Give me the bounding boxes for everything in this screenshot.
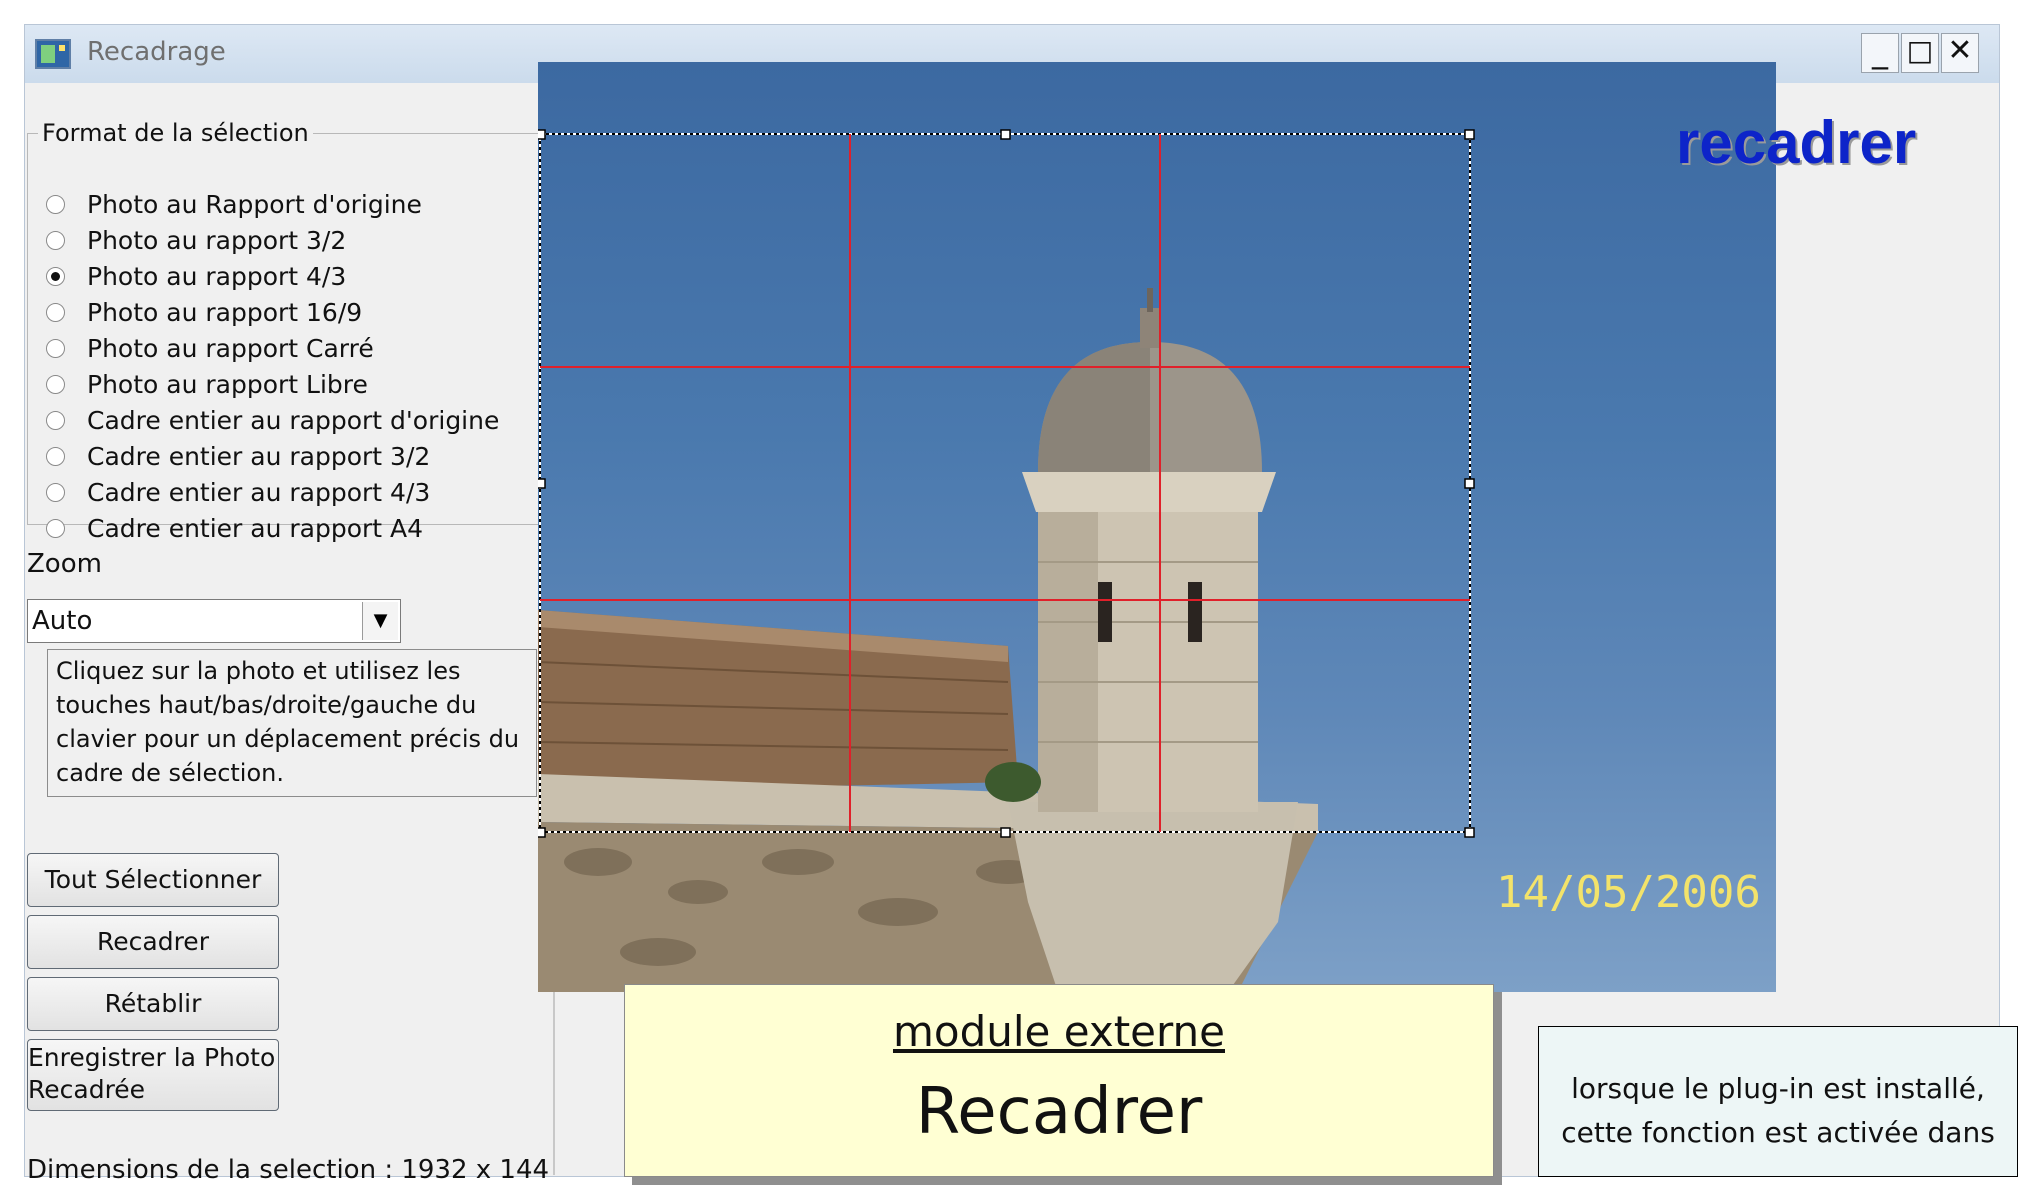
- module-title: module externe: [892, 1007, 1225, 1056]
- close-button[interactable]: ✕: [1941, 33, 1979, 73]
- app-icon: [35, 39, 71, 69]
- zoom-select[interactable]: Auto ▼: [27, 599, 401, 643]
- rule-of-thirds-grid: [540, 134, 1470, 832]
- radio-option-16-9[interactable]: Photo au rapport 16/9: [46, 295, 362, 329]
- resize-handle-top-left: [538, 129, 546, 140]
- radio-button-0[interactable]: [46, 194, 65, 214]
- radio-button-1[interactable]: [46, 230, 65, 250]
- selection-rectangle-light: [539, 133, 1471, 833]
- plugin-note: lorsque le plug-in est installé, cette f…: [1538, 1026, 2018, 1177]
- resize-handle-middle-right: [1464, 478, 1475, 489]
- module-name: Recadrer: [915, 1075, 1203, 1149]
- selection-dimensions-status: Dimensions de la selection : 1932 x 144: [27, 1155, 550, 1185]
- radio-button-2[interactable]: [46, 266, 65, 286]
- resize-handle-bottom-left: [538, 827, 546, 838]
- radio-label-3: Photo au rapport 16/9: [87, 297, 363, 327]
- maximize-button[interactable]: □: [1901, 33, 1939, 73]
- radio-label-6: Cadre entier au rapport d'origine: [87, 405, 500, 435]
- radio-option-full-frame-4-3[interactable]: Cadre entier au rapport 4/3: [46, 475, 430, 509]
- radio-button-6[interactable]: [46, 410, 65, 430]
- radio-label-1: Photo au rapport 3/2: [87, 225, 347, 255]
- radio-button-4[interactable]: [46, 338, 65, 358]
- photo-preview[interactable]: 14/05/2006: [538, 62, 1776, 992]
- crop-button[interactable]: Recadrer: [27, 915, 279, 969]
- radio-option-full-frame-a4[interactable]: Cadre entier au rapport A4: [46, 511, 423, 545]
- radio-label-5: Photo au rapport Libre: [87, 369, 368, 399]
- save-button-line-2: Recadrée: [28, 1075, 146, 1104]
- radio-option-4-3[interactable]: Photo au rapport 4/3: [46, 259, 346, 293]
- zoom-label: Zoom: [27, 549, 102, 579]
- zoom-selected-value: Auto: [32, 606, 93, 636]
- select-all-button[interactable]: Tout Sélectionner: [27, 853, 279, 907]
- save-button-line-1: Enregistrer la Photo: [28, 1043, 276, 1072]
- resize-handles: [538, 129, 1475, 838]
- radio-button-7[interactable]: [46, 446, 65, 466]
- radio-button-8[interactable]: [46, 482, 65, 502]
- selection-rectangle: [539, 133, 1471, 833]
- settings-panel: Format de la sélection Photo au Rapport …: [25, 83, 559, 1185]
- radio-label-8: Cadre entier au rapport 4/3: [87, 477, 431, 507]
- radio-button-5[interactable]: [46, 374, 65, 394]
- radio-button-3[interactable]: [46, 302, 65, 322]
- window-title: Recadrage: [87, 37, 226, 67]
- selection-overlay[interactable]: 14/05/2006: [538, 62, 1776, 992]
- external-module-callout: module externe Recadrer: [624, 984, 1494, 1177]
- radio-option-square[interactable]: Photo au rapport Carré: [46, 331, 374, 365]
- save-cropped-photo-button[interactable]: Enregistrer la Photo Recadrée: [27, 1039, 279, 1111]
- radio-option-full-frame-original[interactable]: Cadre entier au rapport d'origine: [46, 403, 499, 437]
- radio-option-full-frame-3-2[interactable]: Cadre entier au rapport 3/2: [46, 439, 430, 473]
- radio-label-2: Photo au rapport 4/3: [87, 261, 347, 291]
- radio-option-free[interactable]: Photo au rapport Libre: [46, 367, 368, 401]
- photo-date-stamp: 14/05/2006: [1496, 867, 1761, 918]
- feature-heading: recadrer: [1676, 109, 1917, 176]
- radio-label-4: Photo au rapport Carré: [87, 333, 374, 363]
- resize-handle-top-right: [1464, 129, 1475, 140]
- selection-format-legend: Format de la sélection: [42, 119, 309, 147]
- resize-handle-top-center: [1000, 129, 1011, 140]
- radio-label-7: Cadre entier au rapport 3/2: [87, 441, 431, 471]
- resize-handle-bottom-right: [1464, 827, 1475, 838]
- radio-option-original-ratio[interactable]: Photo au Rapport d'origine: [46, 187, 422, 221]
- minimize-button[interactable]: _: [1861, 33, 1899, 73]
- resize-handle-bottom-center: [1000, 827, 1011, 838]
- radio-label-0: Photo au Rapport d'origine: [87, 189, 422, 219]
- chevron-down-icon[interactable]: ▼: [362, 602, 398, 640]
- radio-label-9: Cadre entier au rapport A4: [87, 513, 424, 543]
- selection-format-group: Format de la sélection Photo au Rapport …: [27, 119, 553, 543]
- resize-handle-middle-left: [538, 478, 546, 489]
- restore-button[interactable]: Rétablir: [27, 977, 279, 1031]
- radio-button-9[interactable]: [46, 518, 65, 538]
- keyboard-help-text: Cliquez sur la photo et utilisez les tou…: [47, 649, 537, 797]
- radio-option-3-2[interactable]: Photo au rapport 3/2: [46, 223, 346, 257]
